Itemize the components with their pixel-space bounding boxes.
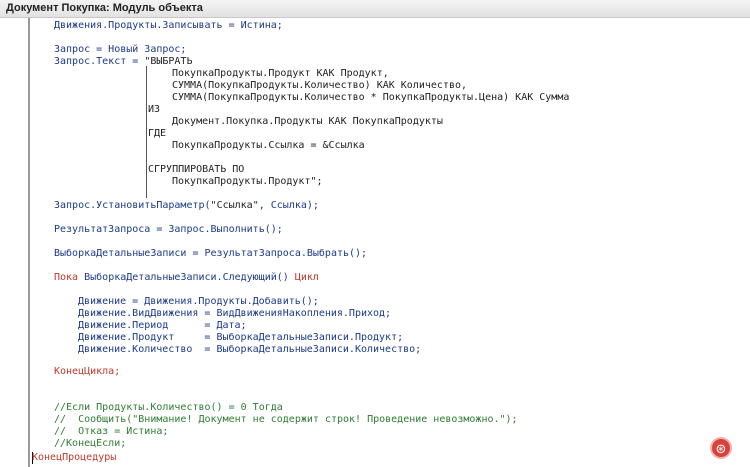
code-comment: // Отказ = Истина; [54,426,169,437]
code-line: ПокупкаПродукты.Продукт"; [172,176,323,187]
code-editor[interactable]: Движения.Продукты.Записывать = Истина; З… [30,18,750,467]
code-line: Движение.ВидДвижения = ВидДвиженияНакопл… [78,308,392,319]
code-line: Запрос.УстановитьПараметр("Ссылка", Ссыл… [54,200,319,212]
code-line: Пока ВыборкаДетальныеЗаписи.Следующий() … [54,272,319,284]
code-token: , Ссылка); [258,200,319,211]
window-titlebar: Документ Покупка: Модуль объекта [0,0,750,18]
code-token: ВыборкаДетальныеЗаписи.Следующий() [84,272,289,283]
code-line: Движения.Продукты.Записывать = Истина; [54,20,283,31]
code-line: КонецЦикла; [54,366,121,377]
code-line: Запрос = Новый Запрос; [54,44,187,55]
code-token: Запрос.Текст = [54,56,145,67]
code-string: "ВЫБРАТЬ [144,56,193,67]
code-line: ГДЕ [148,128,167,139]
code-line: Движение.Период = Дата; [78,320,247,331]
code-line: СГРУППИРОВАТЬ ПО [148,164,245,175]
code-keyword: Цикл [288,272,319,283]
code-line: Запрос.Текст = "ВЫБРАТЬ [54,56,192,68]
code-line: КонецПроцедуры [32,452,117,463]
code-line: РезультатЗапроса = Запрос.Выполнить(); [54,224,283,235]
code-keyword: Пока [54,272,85,283]
code-line: Движение.Продукт = ВыборкаДетальныеЗапис… [78,332,404,343]
code-line: Документ.Покупка.Продукты КАК ПокупкаПро… [172,116,443,127]
code-line: Движение = Движения.Продукты.Добавить(); [78,296,319,307]
code-string: "Ссылка" [210,200,259,211]
help-lifebuoy-icon[interactable]: ⊛ [710,437,732,459]
code-line: СУММА(ПокупкаПродукты.Количество * Покуп… [172,92,570,103]
code-line: Движение.Количество = ВыборкаДетальныеЗа… [78,344,422,355]
code-comment: //КонецЕсли; [54,438,127,449]
query-bar [146,66,147,198]
window-title: Документ Покупка: Модуль объекта [6,2,203,14]
code-token: Запрос.УстановитьПараметр( [54,200,211,211]
code-line: ПокупкаПродукты.Продукт КАК Продукт, [172,68,389,79]
code-line: ПокупкаПродукты.Ссылка = &Ссылка [172,140,365,151]
code-line: СУММА(ПокупкаПродукты.Количество) КАК Ко… [172,80,468,91]
code-comment: //Если Продукты.Количество() = 0 Тогда [54,402,283,413]
code-line: ВыборкаДетальныеЗаписи = РезультатЗапрос… [54,248,368,259]
code-line: ИЗ [148,104,161,115]
code-comment: // Сообщить("Внимание! Документ не содер… [54,414,518,425]
line-gutter [0,18,30,467]
